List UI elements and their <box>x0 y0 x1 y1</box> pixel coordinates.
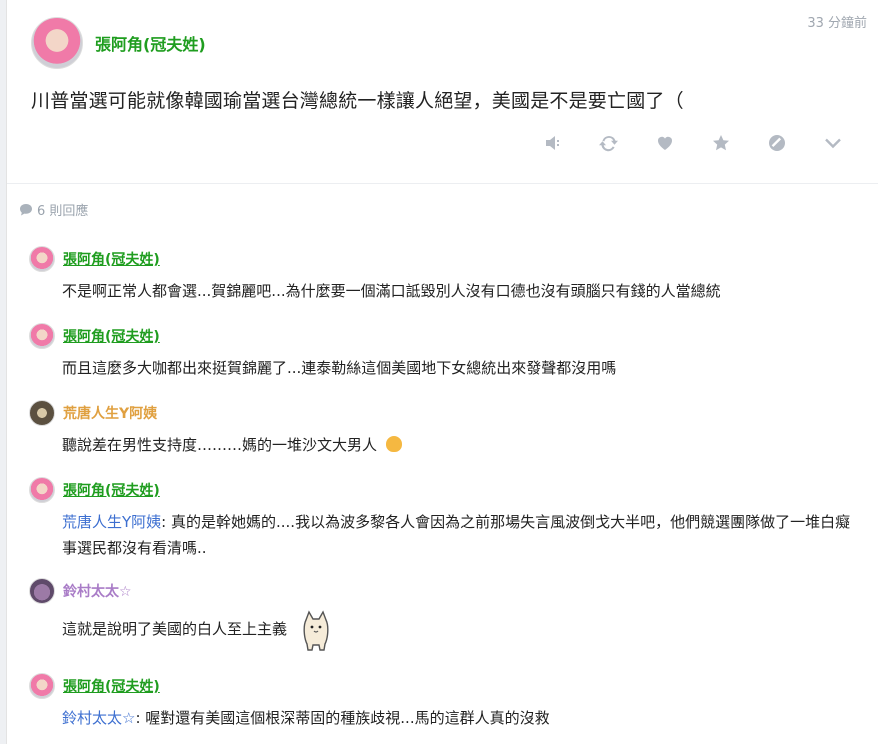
post-author[interactable]: 張阿角(冠夫姓) <box>95 31 206 55</box>
comment-author[interactable]: 荒唐人生Y阿姨 <box>63 403 157 423</box>
comment-item: 荒唐人生Y阿姨 聽說差在男性支持度………媽的一堆沙文大男人 <box>29 400 859 458</box>
comment-bubble-icon <box>20 203 32 215</box>
repost-icon[interactable] <box>599 133 619 153</box>
comment-item: 張阿角(冠夫姓) 鈴村太太☆: 喔對還有美國這個根深蒂固的種族歧視...馬的這群… <box>29 673 859 731</box>
post-timestamp[interactable]: 33 分鐘前 <box>807 12 867 31</box>
comment-text: 不是啊正常人都會選...賀錦麗吧...為什麼要一個滿口詆毀別人沒有口德也沒有頭腦… <box>62 282 721 300</box>
post-header: 張阿角(冠夫姓) <box>31 17 206 69</box>
comment-text: 真的是幹她媽的....我以為波多黎各人會因為之前那場失言風波倒戈大半吧，他們競選… <box>62 513 851 557</box>
post-text: 川普當選可能就像韓國瑜當選台灣總統一樣讓人絕望，美國是不是要亡國了（ <box>31 90 684 112</box>
comment-author[interactable]: 張阿角(冠夫姓) <box>63 326 160 346</box>
heart-icon[interactable] <box>655 133 675 153</box>
comment-text: 這就是說明了美國的白人至上主義 <box>62 620 288 638</box>
mention-separator: : <box>161 513 171 531</box>
comment-author[interactable]: 張阿角(冠夫姓) <box>63 676 160 696</box>
comment-author[interactable]: 張阿角(冠夫姓) <box>63 249 160 269</box>
post-actions <box>543 133 843 153</box>
comment-item: 張阿角(冠夫姓) 不是啊正常人都會選...賀錦麗吧...為什麼要一個滿口詆毀別人… <box>29 246 859 304</box>
comment-author[interactable]: 鈴村太太☆ <box>63 581 132 601</box>
blob-emoji-icon <box>385 436 402 452</box>
comment-avatar[interactable] <box>29 673 55 699</box>
mention-link[interactable]: 鈴村太太☆ <box>62 709 135 727</box>
comment-item: 張阿角(冠夫姓) 荒唐人生Y阿姨: 真的是幹她媽的....我以為波多黎各人會因為… <box>29 477 859 561</box>
mention-separator: : <box>135 709 146 727</box>
mute-icon[interactable] <box>543 133 563 153</box>
reply-count[interactable]: 6 則回應 <box>19 200 88 219</box>
comment-item: 張阿角(冠夫姓) 而且這麼多大咖都出來挺賀錦麗了...連泰勒絲這個美國地下女總統… <box>29 323 859 381</box>
comment-avatar[interactable] <box>29 477 55 503</box>
cat-sticker-icon <box>300 610 332 660</box>
divider <box>7 183 878 184</box>
comment-author[interactable]: 張阿角(冠夫姓) <box>63 480 160 500</box>
comment-item: 鈴村太太☆ 這就是說明了美國的白人至上主義 <box>29 578 859 660</box>
comment-text: 喔對還有美國這個根深蒂固的種族歧視...馬的這群人真的沒救 <box>145 709 550 727</box>
post-card: 張阿角(冠夫姓) 33 分鐘前 川普當選可能就像韓國瑜當選台灣總統一樣讓人絕望，… <box>6 0 878 744</box>
star-icon[interactable] <box>711 133 731 153</box>
block-icon[interactable] <box>767 133 787 153</box>
chevron-down-icon[interactable] <box>823 133 843 153</box>
comment-avatar[interactable] <box>29 400 55 426</box>
author-avatar[interactable] <box>31 17 83 69</box>
comment-text: 聽說差在男性支持度………媽的一堆沙文大男人 <box>62 436 378 454</box>
mention-link[interactable]: 荒唐人生Y阿姨 <box>62 513 161 531</box>
comment-avatar[interactable] <box>29 246 55 272</box>
reply-count-label: 6 則回應 <box>37 204 89 219</box>
comment-avatar[interactable] <box>29 578 55 604</box>
comment-avatar[interactable] <box>29 323 55 349</box>
comment-text: 而且這麼多大咖都出來挺賀錦麗了...連泰勒絲這個美國地下女總統出來發聲都沒用嗎 <box>62 359 617 377</box>
